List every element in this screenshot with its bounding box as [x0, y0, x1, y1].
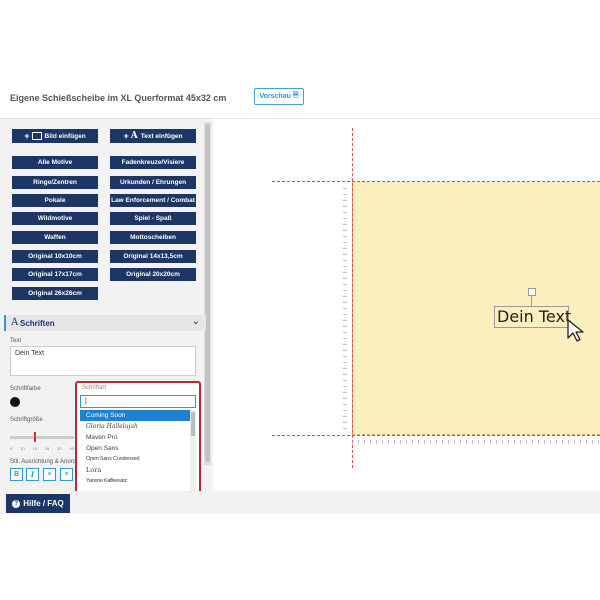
- fonts-section-title: Schriften: [20, 318, 55, 328]
- panel-scrollbar-thumb[interactable]: [205, 124, 210, 462]
- tick-label: 30: [57, 446, 62, 451]
- font-search-input[interactable]: |: [80, 395, 196, 408]
- category-original-10x10[interactable]: Original 10x10cm: [12, 250, 98, 263]
- font-option-coming-soon[interactable]: Coming Soon: [80, 410, 190, 421]
- font-option-open-sans-condensed[interactable]: Open Sans Condensed: [80, 454, 190, 465]
- text-input[interactable]: Dein Text: [10, 346, 196, 376]
- font-option-lora[interactable]: Lora: [80, 465, 190, 476]
- category-fun[interactable]: Spiel - Spaß: [110, 212, 196, 225]
- font-size-ticks: 8 10 15 18 30 40: [10, 446, 74, 451]
- preview-label: Vorschau: [259, 93, 291, 100]
- font-a-icon: A: [130, 131, 138, 141]
- align-button[interactable]: ≡: [43, 468, 56, 481]
- font-size-label: Schriftgröße: [10, 417, 43, 423]
- category-motto[interactable]: Mottoscheiben: [110, 231, 196, 244]
- italic-button[interactable]: I: [26, 468, 39, 481]
- tick-label: 18: [44, 446, 50, 451]
- horizontal-ruler: [352, 440, 600, 444]
- text-label: Text: [10, 338, 22, 344]
- help-faq-button[interactable]: ? Hilfe / FAQ: [6, 494, 70, 513]
- fonts-section-header[interactable]: A Schriften ⌄: [4, 315, 206, 331]
- add-image-label: Bild einfügen: [44, 132, 86, 140]
- add-text-label: Text einfügen: [140, 132, 183, 140]
- preview-button[interactable]: Vorschau 🗎: [254, 88, 304, 105]
- category-rings[interactable]: Ringe/Zentren: [12, 176, 98, 189]
- category-law-enforcement[interactable]: Law Enforcement / Combat: [110, 194, 196, 207]
- category-original-20x20[interactable]: Original 20x20cm: [110, 268, 196, 281]
- guide-line-left: [352, 128, 353, 468]
- add-text-button[interactable]: + A Text einfügen: [110, 129, 196, 143]
- page-title: Eigene Schießscheibe im XL Querformat 45…: [10, 93, 227, 103]
- font-color-swatch[interactable]: [10, 397, 20, 407]
- category-all-motifs[interactable]: Alle Motive: [12, 156, 98, 169]
- document-icon: 🗎: [292, 92, 299, 99]
- rotate-handle[interactable]: [528, 288, 536, 296]
- tick-label: 40: [69, 446, 74, 451]
- image-icon: [31, 132, 42, 140]
- category-original-14x13[interactable]: Original 14x13,5cm: [110, 250, 196, 263]
- add-image-button[interactable]: + Bild einfügen: [12, 129, 98, 143]
- font-options-list: Coming Soon Gloria Hallelujah Maven Pro …: [80, 410, 190, 492]
- category-original-26x26[interactable]: Original 26x26cm: [12, 287, 98, 300]
- top-bar: [0, 0, 600, 75]
- bold-button[interactable]: B: [10, 468, 23, 481]
- question-icon: ?: [12, 499, 21, 508]
- tick-label: 8: [10, 446, 13, 451]
- tick-label: 15: [32, 446, 37, 451]
- plus-icon: +: [24, 131, 30, 141]
- font-option-yanone-kaffeesatz[interactable]: Yanone Kaffeesatz: [80, 476, 190, 487]
- category-certificates[interactable]: Urkunden / Ehrungen: [110, 176, 196, 189]
- plus-icon: +: [123, 131, 129, 141]
- category-wildlife[interactable]: Wildmotive: [12, 212, 98, 225]
- category-crosshairs[interactable]: Fadenkreuze/Visiere: [110, 156, 196, 169]
- canvas-text-object[interactable]: Dein Text: [494, 306, 571, 328]
- chevron-down-icon: ⌄: [191, 316, 200, 327]
- font-option-open-sans[interactable]: Open Sans: [80, 443, 190, 454]
- arrange-button[interactable]: ≡: [60, 468, 73, 481]
- font-size-slider[interactable]: [10, 436, 74, 439]
- guide-line-bottom: [272, 435, 600, 436]
- font-list-scrollbar-thumb[interactable]: [191, 412, 195, 436]
- category-weapons[interactable]: Waffen: [12, 231, 98, 244]
- font-a-icon: A: [11, 317, 19, 328]
- font-option-gloria-hallelujah[interactable]: Gloria Hallelujah: [80, 421, 190, 432]
- font-size-slider-handle[interactable]: [34, 432, 36, 442]
- vertical-ruler: [343, 188, 347, 434]
- guide-line-top: [272, 181, 600, 182]
- tick-label: 10: [20, 446, 25, 451]
- category-trophies[interactable]: Pokale: [12, 194, 98, 207]
- font-family-label: Schriftart: [82, 385, 107, 391]
- font-option-maven-pro[interactable]: Maven Pro: [80, 432, 190, 443]
- bottom-bar: [0, 491, 600, 514]
- mouse-cursor-icon: [567, 319, 584, 342]
- category-original-17x17[interactable]: Original 17x17cm: [12, 268, 98, 281]
- font-color-label: Schriftfarbe: [10, 386, 41, 392]
- help-faq-label: Hilfe / FAQ: [23, 499, 64, 508]
